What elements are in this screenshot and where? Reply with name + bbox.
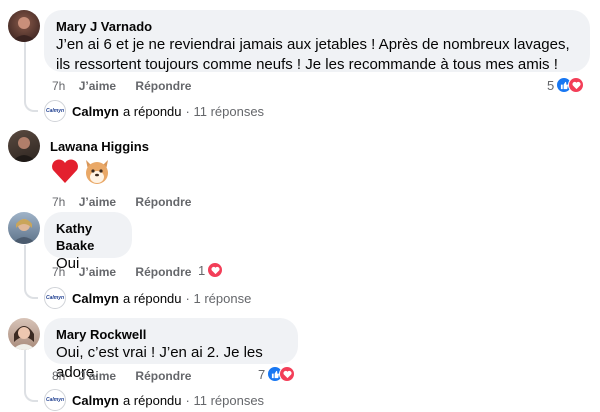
thread-line <box>24 245 26 287</box>
reply-verb: a répondu <box>122 290 182 306</box>
avatar-image <box>12 219 36 244</box>
reply-count: · 1 réponse <box>185 290 252 306</box>
calmyn-logo: Calmyn <box>44 287 66 309</box>
comment-actions: 7h J’aime Répondre <box>52 264 207 280</box>
comment-bubble: Mary J Varnado J’en ai 6 et je ne revien… <box>44 10 590 73</box>
like-button[interactable]: J’aime <box>79 265 116 279</box>
comment-author[interactable]: Lawana Higgins <box>50 138 149 155</box>
comment-actions: 7h J’aime Répondre <box>52 78 207 94</box>
avatar[interactable] <box>8 130 40 162</box>
thread-line <box>24 350 26 390</box>
comment-actions: 7h J’aime Répondre <box>52 194 207 210</box>
comment-text: J’en ai 6 et je ne reviendrai jamais aux… <box>56 36 570 73</box>
comment-time[interactable]: 7h <box>52 79 65 93</box>
avatar-image <box>12 137 36 162</box>
reply-author: Calmyn <box>72 103 119 119</box>
comment-author[interactable]: Mary J Varnado <box>56 18 578 35</box>
reply-count: · 11 réponses <box>185 392 265 408</box>
comment-emojis <box>50 156 112 186</box>
reaction-summary[interactable]: 1 <box>198 262 224 278</box>
view-replies-link[interactable]: Calmyn Calmyn a répondu · 11 réponses <box>44 100 264 122</box>
comment-author[interactable]: Mary Rockwell <box>56 326 286 343</box>
comment-time[interactable]: 7h <box>52 195 65 209</box>
comment-time[interactable]: 7h <box>52 265 65 279</box>
calmyn-logo: Calmyn <box>44 100 66 122</box>
reply-button[interactable]: Répondre <box>135 369 191 383</box>
reaction-summary[interactable]: 7 <box>258 366 296 382</box>
thread-elbow <box>24 96 38 112</box>
avatar[interactable] <box>8 212 40 244</box>
calmyn-logo: Calmyn <box>44 389 66 411</box>
dog-face-emoji <box>86 160 108 184</box>
reply-verb: a répondu <box>122 103 182 119</box>
love-icon <box>279 366 296 382</box>
reply-button[interactable]: Répondre <box>135 265 191 279</box>
comment-author[interactable]: Kathy Baake <box>56 220 120 254</box>
comment-time[interactable]: 8h <box>52 369 65 383</box>
reply-count: · 11 réponses <box>185 103 265 119</box>
like-button[interactable]: J’aime <box>79 369 116 383</box>
reply-author: Calmyn <box>72 290 119 306</box>
like-button[interactable]: J’aime <box>79 79 116 93</box>
reaction-count: 7 <box>258 366 266 382</box>
view-replies-link[interactable]: Calmyn Calmyn a répondu · 11 réponses <box>44 389 264 411</box>
avatar[interactable] <box>8 10 40 42</box>
view-replies-link[interactable]: Calmyn Calmyn a répondu · 1 réponse <box>44 287 251 309</box>
comment-bubble: Mary Rockwell Oui, c’est vrai ! J’en ai … <box>44 318 298 381</box>
reply-author: Calmyn <box>72 392 119 408</box>
reaction-count: 1 <box>198 262 206 278</box>
avatar[interactable] <box>8 318 40 350</box>
reaction-summary[interactable]: 5 <box>547 77 585 93</box>
like-button[interactable]: J’aime <box>79 195 116 209</box>
reply-button[interactable]: Répondre <box>135 195 191 209</box>
thread-elbow <box>24 283 38 299</box>
comment-bubble: Kathy Baake Oui <box>44 212 132 272</box>
thread-line <box>24 42 26 100</box>
avatar-image <box>12 17 36 42</box>
reply-verb: a répondu <box>122 392 182 408</box>
heart-emoji <box>52 159 78 183</box>
thread-elbow <box>24 386 38 402</box>
avatar-image <box>12 326 36 350</box>
love-icon <box>568 77 585 93</box>
love-icon <box>207 262 224 278</box>
comment-actions: 8h J’aime Répondre <box>52 368 207 384</box>
reply-button[interactable]: Répondre <box>135 79 191 93</box>
reaction-count: 5 <box>547 77 555 93</box>
